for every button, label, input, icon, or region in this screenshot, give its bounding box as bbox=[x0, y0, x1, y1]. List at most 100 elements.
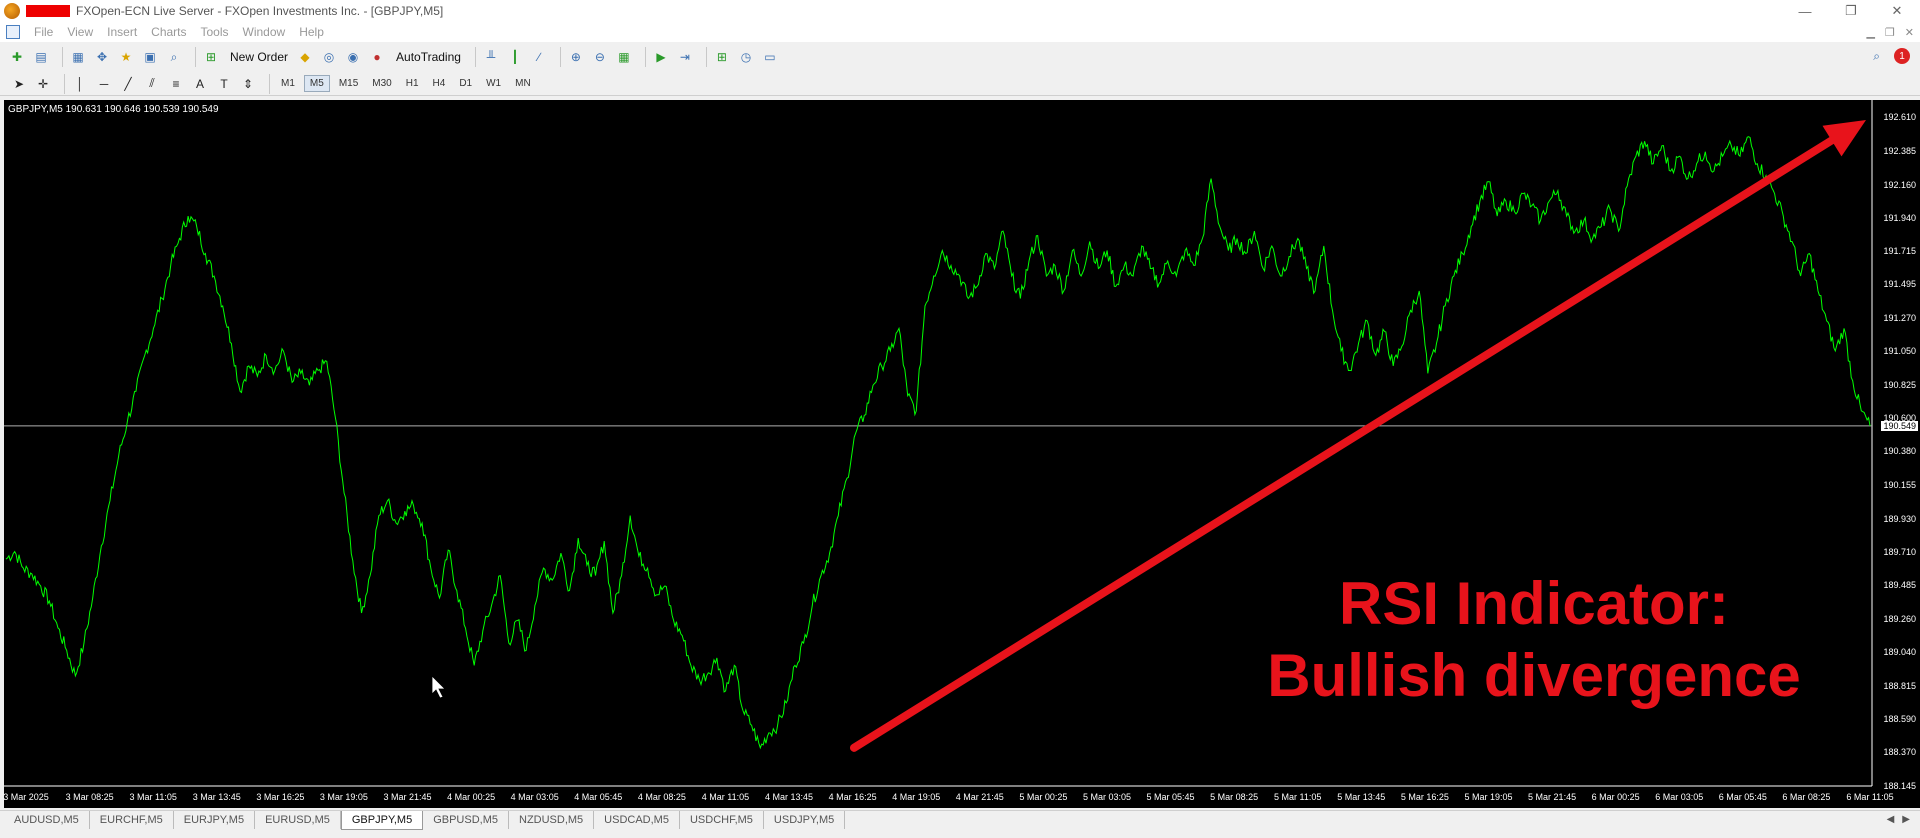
close-button[interactable]: ✕ bbox=[1874, 0, 1920, 22]
chart-tab[interactable]: GBPUSD,M5 bbox=[423, 811, 509, 829]
terminal-icon[interactable]: ▣ bbox=[141, 48, 159, 66]
menu-file[interactable]: File bbox=[34, 25, 53, 39]
time-tick-label: 5 Mar 03:05 bbox=[1082, 792, 1131, 802]
menu-view[interactable]: View bbox=[67, 25, 93, 39]
toolbar-divider bbox=[269, 73, 270, 94]
chart-tabs: AUDUSD,M5 EURCHF,M5 EURJPY,M5 EURUSD,M5 GBPJ… bbox=[0, 810, 1920, 838]
menu-help[interactable]: Help bbox=[299, 25, 324, 39]
price-tick-label: 191.270 bbox=[1883, 312, 1916, 323]
time-tick-label: 3 Mar 13:45 bbox=[192, 792, 241, 802]
chart-tab[interactable]: USDJPY,M5 bbox=[764, 811, 846, 829]
toolbar-divider bbox=[195, 47, 196, 67]
autotrading-label: AutoTrading bbox=[396, 50, 461, 64]
timeframe-h1[interactable]: H1 bbox=[401, 76, 424, 91]
timeframe-m1[interactable]: M1 bbox=[276, 76, 300, 91]
price-tick-label: 191.940 bbox=[1883, 212, 1916, 223]
price-chart[interactable]: GBPJPY,M5 190.631 190.646 190.539 190.54… bbox=[3, 100, 1920, 808]
vertical-line-icon[interactable]: │ bbox=[71, 75, 89, 93]
mdi-restore-icon[interactable]: ❐ bbox=[1885, 26, 1895, 39]
tab-scroll-right-icon[interactable]: ▶ bbox=[1902, 814, 1910, 825]
menu-insert[interactable]: Insert bbox=[107, 25, 137, 39]
time-tick-label: 6 Mar 08:25 bbox=[1782, 792, 1831, 802]
metaeditor-icon[interactable]: ◆ bbox=[296, 48, 314, 66]
tab-scroll-left-icon[interactable]: ◀ bbox=[1887, 814, 1895, 825]
timeframe-m5[interactable]: M5 bbox=[303, 75, 330, 92]
autotrading-button[interactable]: ● AutoTrading bbox=[368, 48, 461, 66]
signals-icon[interactable]: ◎ bbox=[320, 48, 338, 66]
fibonacci-icon[interactable]: ≡ bbox=[167, 75, 185, 93]
notification-badge[interactable]: 1 bbox=[1894, 48, 1910, 64]
channel-icon[interactable]: ⫽ bbox=[143, 75, 161, 93]
time-tick-label: 3 Mar 08:25 bbox=[65, 792, 114, 802]
timeframe-w1[interactable]: W1 bbox=[481, 76, 506, 91]
navigator-icon[interactable]: ★ bbox=[117, 48, 135, 66]
annotation-text: RSI Indicator: Bullish divergence bbox=[1254, 568, 1814, 712]
time-tick-label: 5 Mar 00:25 bbox=[1019, 792, 1068, 802]
time-tick-label: 4 Mar 21:45 bbox=[955, 792, 1004, 802]
chart-tab[interactable]: USDCAD,M5 bbox=[594, 811, 680, 829]
search-icon[interactable]: ⌕ bbox=[1873, 49, 1880, 64]
new-chart-icon[interactable]: ✚ bbox=[8, 48, 26, 66]
redacted-account-label bbox=[26, 5, 70, 17]
zoom-in-icon[interactable]: ⊕ bbox=[567, 48, 585, 66]
price-tick-label: 189.040 bbox=[1883, 646, 1916, 657]
templates-icon[interactable]: ▭ bbox=[761, 48, 779, 66]
bar-chart-icon[interactable]: ╨ bbox=[482, 48, 500, 66]
symbol-info-label: GBPJPY,M5 190.631 190.646 190.539 190.54… bbox=[8, 104, 219, 115]
crosshair-icon[interactable]: ✛ bbox=[34, 75, 52, 93]
vps-icon[interactable]: ◉ bbox=[344, 48, 362, 66]
timeframe-m15[interactable]: M15 bbox=[334, 76, 363, 91]
menu-charts[interactable]: Charts bbox=[151, 25, 186, 39]
chart-tab[interactable]: EURCHF,M5 bbox=[90, 811, 174, 829]
line-chart-icon[interactable]: ∕ bbox=[530, 48, 548, 66]
data-window-icon[interactable]: ✥ bbox=[93, 48, 111, 66]
maximize-button[interactable]: ❐ bbox=[1828, 0, 1874, 22]
toolbar-divider bbox=[474, 47, 476, 67]
window-controls: — ❐ ✕ bbox=[1782, 0, 1920, 22]
trendline-icon[interactable]: ╱ bbox=[119, 75, 137, 93]
horizontal-line-icon[interactable]: ─ bbox=[95, 75, 113, 93]
time-tick-label: 4 Mar 00:25 bbox=[447, 792, 496, 802]
timeframe-d1[interactable]: D1 bbox=[454, 76, 477, 91]
profiles-icon[interactable]: ▤ bbox=[32, 48, 50, 66]
strategy-tester-icon[interactable]: ⌕ bbox=[165, 48, 183, 66]
price-axis: 192.610 192.385 192.160 191.940 191.715 191.4… bbox=[1876, 100, 1920, 791]
periods-icon[interactable]: ◷ bbox=[737, 48, 755, 66]
menu-tools[interactable]: Tools bbox=[201, 25, 229, 39]
market-watch-icon[interactable]: ▦ bbox=[69, 48, 87, 66]
tile-windows-icon[interactable]: ▦ bbox=[615, 48, 633, 66]
chart-tab[interactable]: GBPJPY,M5 bbox=[340, 811, 424, 830]
timeframe-m30[interactable]: M30 bbox=[367, 76, 396, 91]
chart-tab[interactable]: AUDUSD,M5 bbox=[4, 811, 90, 829]
toolbar-divider bbox=[559, 47, 561, 67]
timeframe-h4[interactable]: H4 bbox=[428, 76, 451, 91]
candlestick-icon[interactable]: ┃ bbox=[506, 48, 524, 66]
auto-scroll-icon[interactable]: ▶ bbox=[652, 48, 670, 66]
chart-tab[interactable]: EURJPY,M5 bbox=[174, 811, 256, 829]
new-order-button[interactable]: ⊞ New Order bbox=[202, 48, 288, 66]
price-tick-label: 190.825 bbox=[1883, 379, 1916, 390]
minimize-button[interactable]: — bbox=[1782, 0, 1828, 22]
arrows-icon[interactable]: ⇕ bbox=[239, 75, 257, 93]
time-tick-label: 5 Mar 05:45 bbox=[1146, 792, 1195, 802]
chart-tab[interactable]: USDCHF,M5 bbox=[680, 811, 764, 829]
mdi-close-icon[interactable]: ✕ bbox=[1905, 26, 1914, 39]
chart-tab[interactable]: EURUSD,M5 bbox=[255, 811, 341, 829]
time-tick-label: 3 Mar 11:05 bbox=[129, 792, 177, 802]
menu-window[interactable]: Window bbox=[243, 25, 286, 39]
toolbar-divider bbox=[644, 47, 646, 67]
mdi-minimize-icon[interactable]: ▁ bbox=[1866, 26, 1874, 39]
timeframe-mn[interactable]: MN bbox=[510, 76, 536, 91]
annotation-line-2: Bullish divergence bbox=[1267, 642, 1801, 709]
chart-tab[interactable]: NZDUSD,M5 bbox=[509, 811, 595, 829]
price-tick-label: 189.260 bbox=[1883, 613, 1916, 624]
indicators-icon[interactable]: ⊞ bbox=[713, 48, 731, 66]
cursor-icon[interactable]: ➤ bbox=[10, 75, 28, 93]
zoom-out-icon[interactable]: ⊖ bbox=[591, 48, 609, 66]
chart-shift-icon[interactable]: ⇥ bbox=[676, 48, 694, 66]
time-tick-label: 4 Mar 08:25 bbox=[637, 792, 686, 802]
text-label-icon[interactable]: T bbox=[215, 75, 233, 93]
text-icon[interactable]: A bbox=[191, 75, 209, 93]
current-price-label: 190.549 bbox=[1881, 420, 1918, 431]
chart-window-icon[interactable] bbox=[6, 25, 20, 39]
